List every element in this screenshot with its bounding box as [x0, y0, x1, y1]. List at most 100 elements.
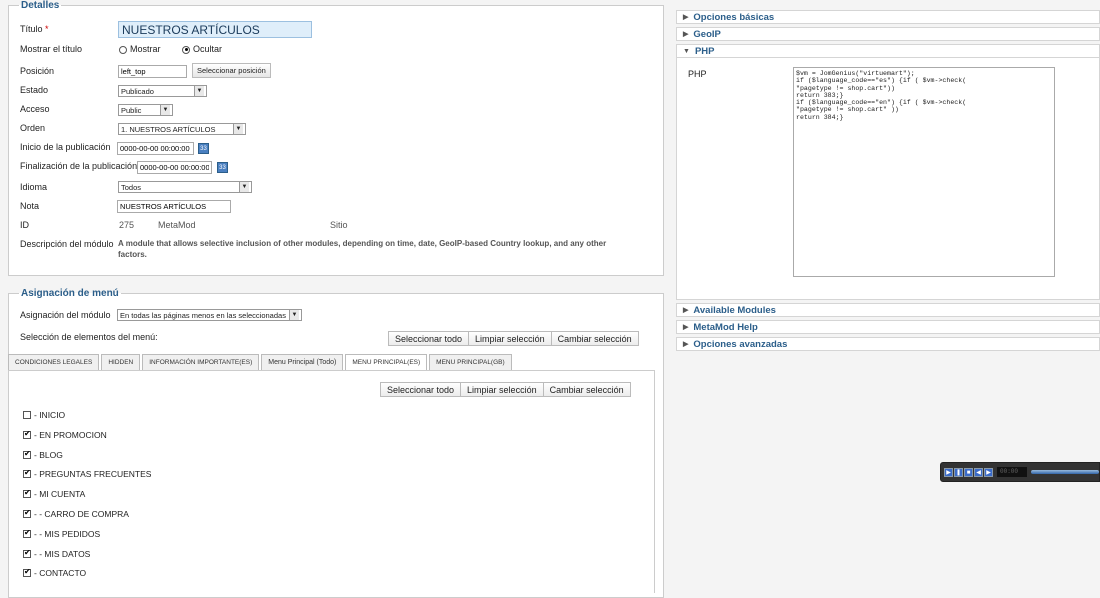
menu-item-checkbox[interactable]	[23, 430, 31, 439]
orden-value: 1. NUESTROS ARTÍCULOS	[121, 124, 216, 134]
acceso-label: Acceso	[20, 104, 50, 114]
idioma-select[interactable]: Todos ▼	[118, 181, 252, 193]
detalles-fieldset: Detalles	[8, 0, 664, 276]
tab-menu-principal-todo[interactable]: Menu Principal (Todo)	[261, 354, 344, 370]
posicion-input[interactable]	[118, 65, 187, 78]
panel-title: Opciones básicas	[693, 11, 775, 23]
calendar-icon[interactable]: 33	[217, 162, 228, 173]
titulo-label: Título *	[20, 24, 49, 34]
chevron-down-icon: ▼	[289, 310, 299, 320]
acceso-select[interactable]: Public ▼	[118, 104, 173, 116]
menu-item-row[interactable]: - MI CUENTA	[23, 489, 85, 499]
menu-item-checkbox[interactable]	[23, 569, 31, 578]
menu-item-row[interactable]: - PREGUNTAS FRECUENTES	[23, 469, 151, 479]
tab-selection-buttons: Seleccionar todo Limpiar selección Cambi…	[380, 382, 631, 397]
tab-informacion-importante[interactable]: INFORMACIÓN IMPORTANTE(ES)	[142, 354, 260, 370]
panel-geoip[interactable]: ▶ GeoIP	[676, 27, 1100, 41]
limpiar-seleccion-button[interactable]: Limpiar selección	[469, 331, 552, 346]
nota-input[interactable]	[117, 200, 231, 213]
menu-item-row[interactable]: - - MIS DATOS	[23, 549, 90, 559]
calendar-icon[interactable]: 33	[198, 143, 209, 154]
menu-item-checkbox[interactable]	[23, 411, 31, 419]
play-icon[interactable]: ▶	[944, 467, 953, 477]
stop-icon[interactable]: ■	[964, 467, 973, 477]
idioma-label: Idioma	[20, 182, 48, 192]
menu-item-label: - CONTACTO	[34, 568, 87, 579]
tab-seleccionar-todo-button[interactable]: Seleccionar todo	[380, 382, 462, 397]
inicio-input[interactable]	[117, 142, 194, 155]
panel-title: Available Modules	[693, 304, 776, 316]
menu-item-label: - INICIO	[34, 410, 66, 420]
tab-panel	[8, 370, 655, 593]
seleccionar-posicion-button[interactable]: Seleccionar posición	[192, 63, 271, 78]
fin-input[interactable]	[137, 161, 212, 174]
required-mark: *	[45, 24, 49, 34]
radio-ocultar[interactable]: Ocultar	[182, 44, 222, 54]
menu-item-row[interactable]: - EN PROMOCION	[23, 430, 107, 440]
fin-label: Finalización de la publicación	[20, 161, 138, 171]
chevron-right-icon: ▶	[683, 31, 689, 38]
radio-ocultar-circle[interactable]	[182, 45, 190, 54]
tab-menu-principal-es[interactable]: MENU PRINCIPAL(ES)	[345, 354, 428, 370]
idioma-value: Todos	[121, 182, 142, 192]
orden-select[interactable]: 1. NUESTROS ARTÍCULOS ▼	[118, 123, 246, 135]
metamod-label: MetaMod	[158, 220, 196, 230]
menu-item-label: - - MIS DATOS	[34, 548, 91, 559]
seleccionar-todo-button[interactable]: Seleccionar todo	[388, 331, 470, 346]
menu-legend: Asignación de menú	[21, 288, 119, 299]
menu-item-label: - MI CUENTA	[34, 489, 86, 500]
rewind-icon[interactable]: ◀	[974, 467, 983, 477]
panel-opciones-avanzadas[interactable]: ▶ Opciones avanzadas	[676, 337, 1100, 351]
tab-cambiar-seleccion-button[interactable]: Cambiar selección	[543, 382, 631, 397]
posicion-label: Posición	[20, 66, 55, 76]
chevron-right-icon: ▶	[683, 14, 689, 21]
titulo-input[interactable]	[118, 21, 312, 38]
menu-item-row[interactable]: - CONTACTO	[23, 568, 86, 578]
pause-icon[interactable]: ❚	[954, 467, 963, 477]
menu-item-row[interactable]: - BLOG	[23, 450, 63, 460]
menu-item-row[interactable]: - - MIS PEDIDOS	[23, 529, 100, 539]
menu-item-row[interactable]: - - CARRO DE COMPRA	[23, 509, 129, 519]
chevron-down-icon: ▼	[160, 105, 170, 115]
radio-ocultar-label: Ocultar	[193, 44, 223, 54]
menu-item-checkbox[interactable]	[23, 510, 31, 518]
panel-available-modules[interactable]: ▶ Available Modules	[676, 303, 1100, 317]
chevron-down-icon: ▼	[233, 124, 243, 134]
menu-item-row[interactable]: - INICIO	[23, 410, 65, 420]
radio-mostrar[interactable]: Mostrar	[119, 44, 161, 54]
id-label: ID	[20, 220, 29, 230]
menu-item-label: - - MIS PEDIDOS	[34, 528, 101, 539]
php-label: PHP	[688, 69, 707, 79]
cambiar-seleccion-button[interactable]: Cambiar selección	[551, 331, 639, 346]
inicio-label: Inicio de la publicación	[20, 142, 111, 152]
panel-metamod-help[interactable]: ▶ MetaMod Help	[676, 320, 1100, 334]
chevron-down-icon: ▼	[194, 86, 204, 96]
forward-icon[interactable]: ▶	[984, 467, 993, 477]
panel-title: PHP	[694, 45, 715, 57]
panel-php[interactable]: ▼ PHP	[676, 44, 1100, 58]
menu-item-checkbox[interactable]	[23, 470, 31, 479]
menu-item-checkbox[interactable]	[23, 490, 31, 499]
estado-select[interactable]: Publicado ▼	[118, 85, 207, 97]
panel-title: MetaMod Help	[693, 321, 758, 333]
player-progress[interactable]	[1031, 470, 1099, 474]
acceso-value: Public	[121, 105, 142, 115]
menu-selection-buttons: Seleccionar todo Limpiar selección Cambi…	[388, 331, 639, 346]
chevron-down-icon: ▼	[683, 47, 690, 55]
tab-limpiar-seleccion-button[interactable]: Limpiar selección	[461, 382, 544, 397]
radio-mostrar-circle[interactable]	[119, 45, 127, 54]
tab-menu-principal-gb[interactable]: MENU PRINCIPAL(GB)	[429, 354, 512, 370]
php-code-textarea[interactable]: $vm = JomGenius("virtuemart"); if ($lang…	[793, 67, 1055, 277]
menu-item-checkbox[interactable]	[23, 549, 31, 558]
asignacion-select[interactable]: En todas las páginas menos en las selecc…	[117, 309, 302, 321]
descripcion-line-2: factors.	[118, 250, 147, 259]
menu-item-checkbox[interactable]	[23, 529, 31, 538]
tab-condiciones-legales[interactable]: CONDICIONES LEGALES	[8, 354, 100, 370]
panel-opciones-basicas[interactable]: ▶ Opciones básicas	[676, 10, 1100, 24]
menu-item-label: - PREGUNTAS FRECUENTES	[34, 469, 152, 480]
chevron-right-icon: ▶	[683, 324, 689, 331]
chevron-right-icon: ▶	[683, 307, 689, 314]
media-player: ▶ ❚ ■ ◀ ▶ 00:00	[940, 462, 1100, 482]
menu-item-checkbox[interactable]	[23, 450, 31, 459]
tab-hidden[interactable]: HIDDEN	[101, 354, 141, 370]
